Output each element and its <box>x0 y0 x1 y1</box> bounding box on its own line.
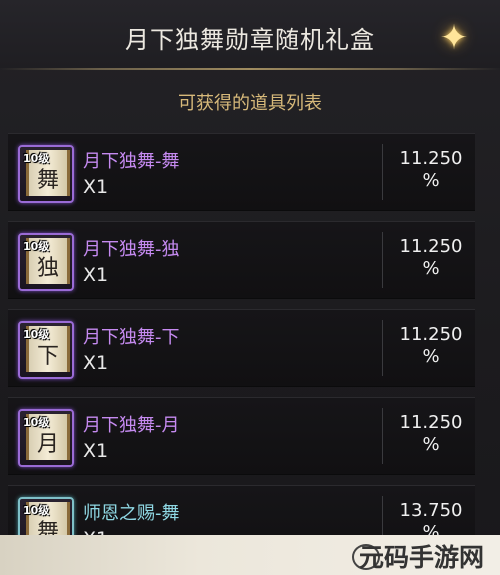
header-divider <box>0 68 500 70</box>
icon-level-badge: 10级 <box>23 328 50 341</box>
item-quantity: X1 <box>83 352 109 374</box>
icon-level-badge: 10级 <box>23 416 50 429</box>
probability-unit: % <box>422 258 440 279</box>
item-name: 月下独舞-舞 <box>83 151 180 172</box>
icon-character: 独 <box>37 256 60 281</box>
dialog-title: 月下独舞勋章随机礼盒 <box>125 26 375 54</box>
list-item[interactable]: 月 10级 月下独舞-月 X1 11.250 % <box>8 397 475 475</box>
item-list: 舞 10级 月下独舞-舞 X1 11.250 % 独 10级 月下独舞-独 X1 <box>8 133 475 573</box>
probability-unit: % <box>422 346 440 367</box>
medal-item-icon[interactable]: 下 10级 <box>18 321 74 379</box>
item-quantity: X1 <box>83 176 109 198</box>
probability-value: 11.250 <box>399 324 463 345</box>
item-name: 师恩之赐-舞 <box>83 503 180 524</box>
row-divider <box>382 232 383 288</box>
item-probability: 11.250 % <box>386 148 476 192</box>
icon-character: 舞 <box>37 168 60 193</box>
list-item[interactable]: 舞 10级 月下独舞-舞 X1 11.250 % <box>8 133 475 211</box>
probability-value: 11.250 <box>399 236 463 257</box>
list-item[interactable]: 独 10级 月下独舞-独 X1 11.250 % <box>8 221 475 299</box>
probability-value: 13.750 <box>399 500 463 521</box>
row-divider <box>382 408 383 464</box>
probability-value: 11.250 <box>399 148 463 169</box>
item-name: 月下独舞-月 <box>83 415 180 436</box>
dialog-header: 月下独舞勋章随机礼盒 ✦ <box>0 0 500 68</box>
item-name: 月下独舞-独 <box>83 239 180 260</box>
icon-character: 下 <box>37 344 60 369</box>
probability-unit: % <box>422 170 440 191</box>
medal-item-icon[interactable]: 独 10级 <box>18 233 74 291</box>
probability-value: 11.250 <box>399 412 463 433</box>
item-probability: 11.250 % <box>386 324 476 368</box>
watermark-text: 元码手游网 <box>358 543 484 572</box>
item-quantity: X1 <box>83 440 109 462</box>
icon-level-badge: 10级 <box>23 504 50 517</box>
close-sparkle-icon[interactable]: ✦ <box>434 18 474 58</box>
medal-item-icon[interactable]: 舞 10级 <box>18 145 74 203</box>
row-divider <box>382 320 383 376</box>
reward-list-dialog: 月下独舞勋章随机礼盒 ✦ 可获得的道具列表 舞 10级 月下独舞-舞 X1 11… <box>0 0 500 575</box>
item-probability: 11.250 % <box>386 412 476 456</box>
medal-item-icon[interactable]: 月 10级 <box>18 409 74 467</box>
icon-level-badge: 10级 <box>23 240 50 253</box>
list-subtitle: 可获得的道具列表 <box>178 93 322 114</box>
icon-level-badge: 10级 <box>23 152 50 165</box>
item-name: 月下独舞-下 <box>83 327 180 348</box>
row-divider <box>382 144 383 200</box>
list-item[interactable]: 下 10级 月下独舞-下 X1 11.250 % <box>8 309 475 387</box>
icon-character: 月 <box>37 432 60 457</box>
probability-unit: % <box>422 434 440 455</box>
item-quantity: X1 <box>83 264 109 286</box>
item-probability: 11.250 % <box>386 236 476 280</box>
